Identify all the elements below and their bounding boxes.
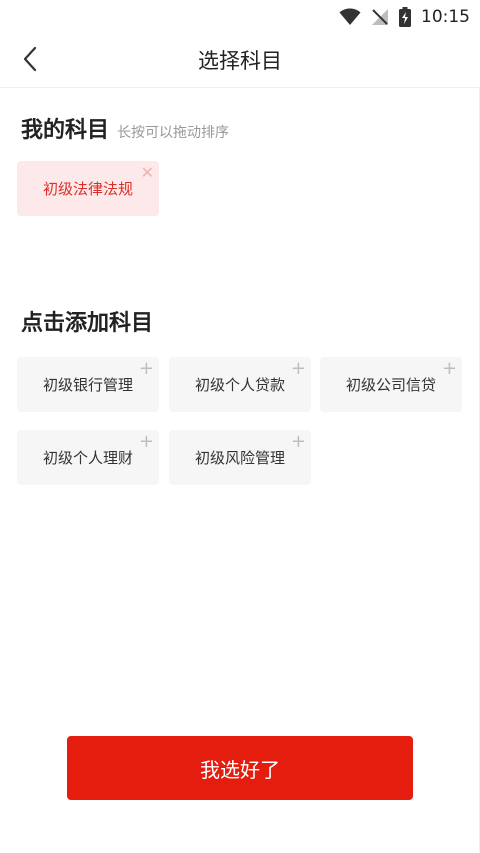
wifi-icon — [339, 8, 361, 26]
my-subjects-heading: 我的科目 长按可以拖动排序 — [21, 112, 229, 144]
add-subject-chip[interactable]: 初级个人理财 + — [17, 430, 159, 485]
add-subject-chip[interactable]: 初级风险管理 + — [169, 430, 311, 485]
subject-label: 初级风险管理 — [194, 449, 285, 467]
selected-subject-chip[interactable]: 初级法律法规 ✕ — [17, 161, 159, 216]
subject-label: 初级法律法规 — [42, 180, 133, 198]
add-subject-chip[interactable]: 初级公司信贷 + — [320, 357, 462, 412]
battery-charging-icon — [399, 7, 411, 27]
nav-bar: 选择科目 — [0, 34, 480, 88]
chevron-left-icon — [22, 46, 38, 76]
add-subject-chip[interactable]: 初级个人贷款 + — [169, 357, 311, 412]
status-bar: 10:15 — [0, 0, 480, 34]
my-subjects-title: 我的科目 — [21, 118, 110, 143]
plus-icon: + — [441, 358, 457, 379]
plus-icon: + — [290, 431, 306, 452]
plus-icon: + — [138, 431, 154, 452]
subject-label: 初级个人理财 — [42, 449, 133, 467]
subject-label: 初级个人贷款 — [194, 376, 285, 394]
page-title: 选择科目 — [198, 49, 282, 73]
status-time: 10:15 — [421, 7, 470, 27]
subject-label: 初级银行管理 — [42, 376, 133, 394]
back-button[interactable] — [12, 44, 48, 78]
subject-label: 初级公司信贷 — [345, 376, 436, 394]
add-subject-chip[interactable]: 初级银行管理 + — [17, 357, 159, 412]
plus-icon: + — [290, 358, 306, 379]
confirm-button[interactable]: 我选好了 — [67, 736, 413, 800]
close-icon[interactable]: ✕ — [141, 164, 154, 182]
add-subjects-heading: 点击添加科目 — [21, 311, 154, 336]
plus-icon: + — [138, 358, 154, 379]
no-signal-icon — [371, 8, 389, 26]
drag-sort-hint: 长按可以拖动排序 — [117, 125, 230, 141]
